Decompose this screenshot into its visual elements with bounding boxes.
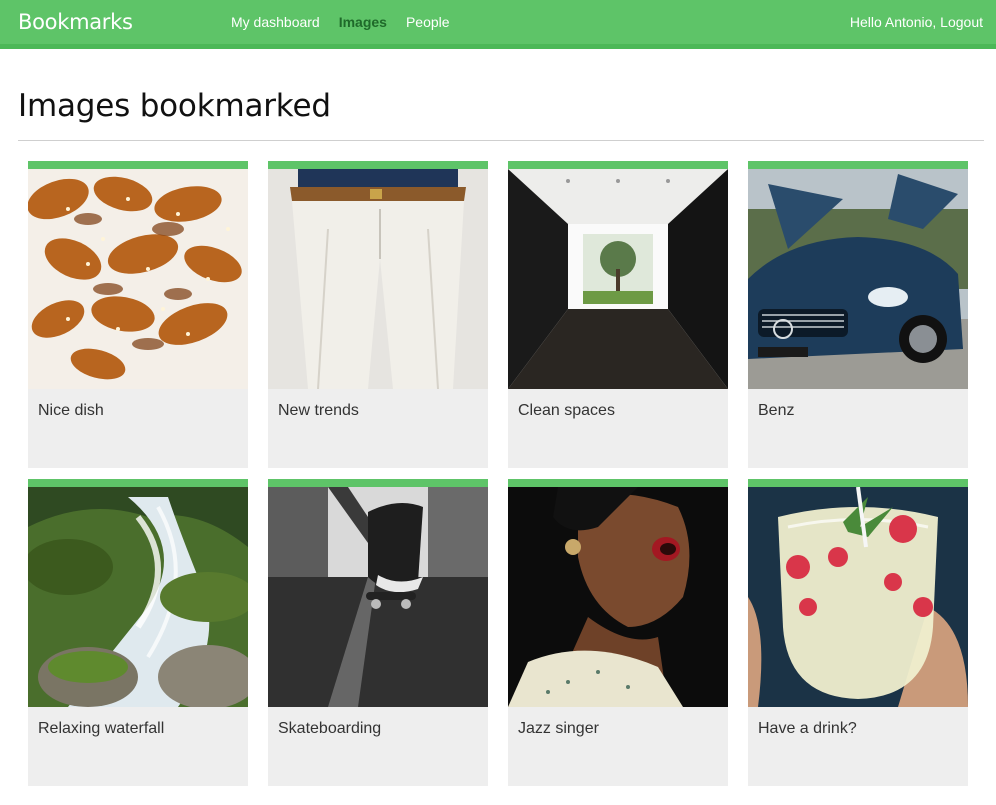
title-divider xyxy=(18,140,984,141)
main-menu: My dashboard Images People xyxy=(231,14,450,30)
image-card-benz[interactable]: Benz xyxy=(748,161,968,468)
image-thumbnail[interactable] xyxy=(508,169,728,389)
image-thumbnail[interactable] xyxy=(28,169,248,389)
image-card-have-a-drink[interactable]: Have a drink? xyxy=(748,479,968,786)
image-title[interactable]: Jazz singer xyxy=(518,720,599,738)
image-thumbnail[interactable] xyxy=(28,487,248,707)
image-card-jazz-singer[interactable]: Jazz singer xyxy=(508,479,728,786)
menu-item-people[interactable]: People xyxy=(406,14,450,30)
page-title: Images bookmarked xyxy=(18,88,331,124)
top-navigation-bar: Bookmarks My dashboard Images People Hel… xyxy=(0,0,996,49)
image-thumbnail[interactable] xyxy=(268,487,488,707)
image-thumbnail[interactable] xyxy=(748,169,968,389)
image-title[interactable]: Have a drink? xyxy=(758,720,857,738)
image-card-new-trends[interactable]: New trends xyxy=(268,161,488,468)
menu-item-dashboard[interactable]: My dashboard xyxy=(231,14,320,30)
image-title[interactable]: Benz xyxy=(758,402,794,420)
logout-link[interactable]: Logout xyxy=(940,14,983,30)
image-card-clean-spaces[interactable]: Clean spaces xyxy=(508,161,728,468)
image-card-nice-dish[interactable]: Nice dish xyxy=(28,161,248,468)
menu-item-images[interactable]: Images xyxy=(339,14,387,30)
image-title[interactable]: New trends xyxy=(278,402,359,420)
image-card-skateboarding[interactable]: Skateboarding xyxy=(268,479,488,786)
image-card-relaxing-waterfall[interactable]: Relaxing waterfall xyxy=(28,479,248,786)
image-thumbnail[interactable] xyxy=(748,487,968,707)
image-title[interactable]: Nice dish xyxy=(38,402,104,420)
image-title[interactable]: Relaxing waterfall xyxy=(38,720,164,738)
user-greeting: Hello Antonio, xyxy=(849,14,937,30)
image-title[interactable]: Clean spaces xyxy=(518,402,615,420)
site-logo[interactable]: Bookmarks xyxy=(18,10,133,34)
image-thumbnail[interactable] xyxy=(508,487,728,707)
user-area: Hello Antonio, Logout xyxy=(850,14,983,30)
image-thumbnail[interactable] xyxy=(268,169,488,389)
image-title[interactable]: Skateboarding xyxy=(278,720,381,738)
